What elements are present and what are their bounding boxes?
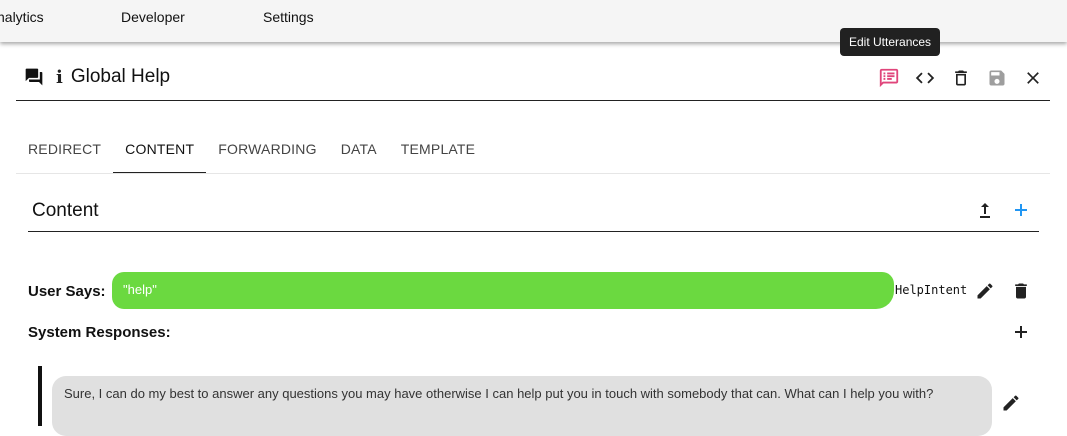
nav-developer[interactable]: Developer (121, 9, 185, 25)
nav-analytics[interactable]: nalytics (0, 9, 44, 25)
info-icon: i (56, 66, 63, 88)
close-icon[interactable] (1021, 66, 1045, 90)
tab-forwarding[interactable]: FORWARDING (206, 128, 328, 174)
tab-redirect[interactable]: REDIRECT (16, 128, 113, 174)
section-title: Content (32, 200, 99, 221)
tab-template[interactable]: TEMPLATE (389, 128, 487, 174)
trash-icon[interactable] (949, 66, 973, 90)
system-responses-label: System Responses: (28, 324, 171, 341)
code-icon[interactable] (913, 66, 937, 90)
intent-label: HelpIntent (895, 283, 968, 297)
nav-settings[interactable]: Settings (263, 9, 314, 25)
response-indicator-bar (38, 366, 42, 426)
forum-icon (24, 67, 44, 87)
response-bubble[interactable]: Sure, I can do my best to answer any que… (52, 376, 992, 436)
edit-utterance-icon[interactable] (973, 279, 997, 303)
delete-utterance-icon[interactable] (1009, 279, 1033, 303)
add-content-icon[interactable] (1009, 198, 1033, 222)
utterance-bubble[interactable]: "help" (112, 272, 894, 309)
add-response-icon[interactable] (1009, 320, 1033, 344)
tab-data[interactable]: DATA (329, 128, 389, 174)
page-title-text: Global Help (70, 66, 171, 87)
edit-response-icon[interactable] (999, 391, 1023, 415)
upload-icon[interactable] (973, 198, 997, 222)
tab-content[interactable]: CONTENT (113, 128, 207, 174)
tab-bar: REDIRECT CONTENT FORWARDING DATA TEMPLAT… (16, 128, 487, 174)
save-icon[interactable] (985, 66, 1009, 90)
content-divider (28, 231, 1039, 232)
page-title: i Global Help (24, 66, 170, 88)
tooltip-edit-utterances: Edit Utterances (840, 28, 941, 56)
edit-utterances-icon[interactable] (877, 66, 901, 90)
user-says-label: User Says: (28, 283, 106, 300)
tabs-divider (16, 173, 1050, 174)
header-divider (16, 100, 1050, 101)
